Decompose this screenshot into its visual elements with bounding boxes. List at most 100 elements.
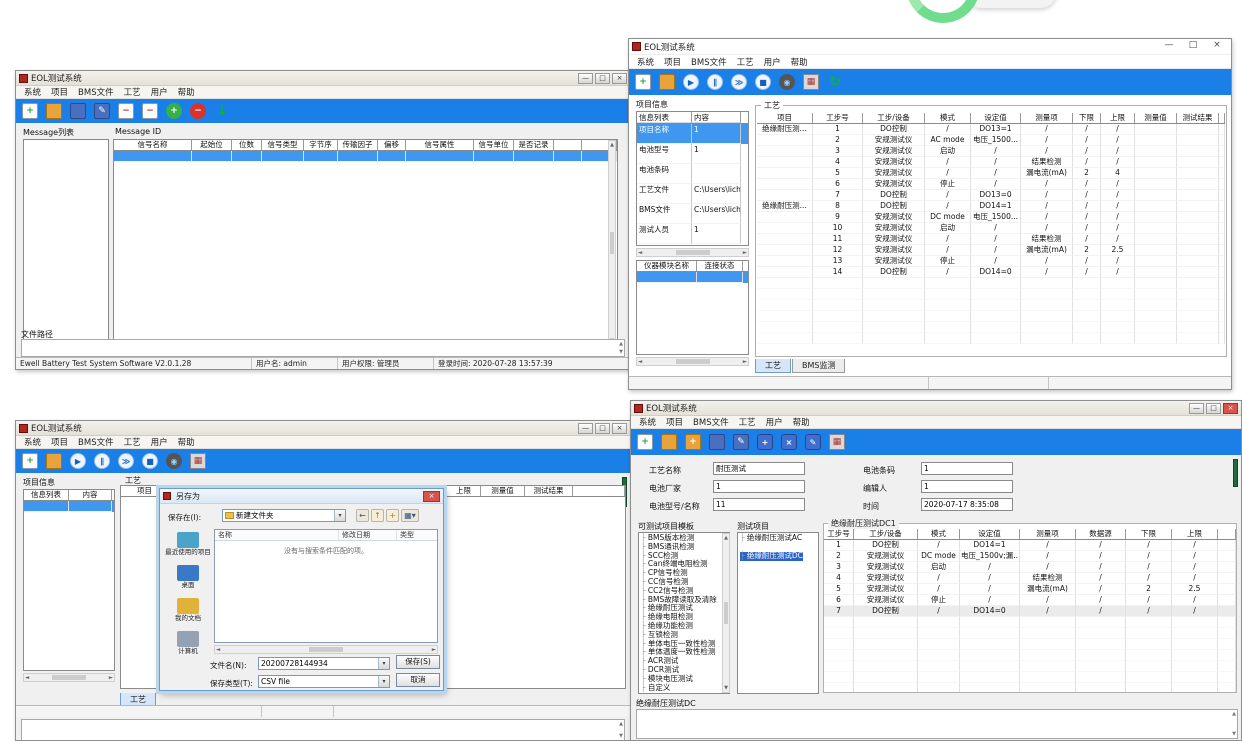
remove-icon[interactable]: − (190, 103, 206, 119)
place-desktop[interactable]: 桌面 (164, 565, 212, 589)
stop-test-icon[interactable]: ■ (755, 74, 771, 90)
menu-item[interactable]: 用户 (759, 56, 786, 68)
filetype-combobox[interactable]: CSV file ▾ (258, 675, 390, 688)
minimize-button[interactable]: — (578, 423, 593, 434)
menu-item[interactable]: BMS文件 (73, 436, 119, 448)
table-row[interactable]: 11安规测试仪//结果检测// (757, 234, 1225, 245)
scroll-up-icon[interactable]: ▲ (619, 721, 623, 727)
table-row[interactable]: 绝缘耐压测...8DO控制/DO14=1/// (757, 201, 1225, 212)
stop-test-icon[interactable]: ■ (142, 453, 158, 469)
minimize-button[interactable]: — (1189, 403, 1204, 414)
template-item[interactable]: 自定义 (641, 684, 729, 693)
edit-icon[interactable]: ✎ (733, 434, 749, 450)
vertical-scrollbar[interactable]: ▲▼ (722, 533, 730, 693)
menu-item[interactable]: 用户 (146, 86, 173, 98)
cancel-button[interactable]: 取消 (396, 673, 440, 687)
place-computer[interactable]: 计算机 (164, 631, 212, 655)
test-items-list[interactable]: 绝缘耐压测试AC 绝缘耐压测试DC (737, 532, 819, 694)
close-button[interactable]: × (1206, 41, 1228, 52)
tab-process[interactable]: 工艺 (755, 359, 791, 373)
menu-item[interactable]: 项目 (659, 56, 686, 68)
db-edit-icon[interactable]: ✎ (805, 434, 821, 450)
save-button[interactable]: 保存(S) (396, 655, 440, 669)
calculator-icon[interactable]: ▦ (803, 74, 819, 90)
test-item[interactable]: 绝缘耐压测试AC (740, 534, 818, 543)
step-forward-icon[interactable]: ≫ (731, 74, 747, 90)
table-row[interactable]: 项目名称1 (637, 124, 748, 144)
table-row[interactable]: 3安规测试仪启动///// (824, 562, 1236, 573)
minimize-button[interactable]: — (578, 73, 593, 84)
horizontal-scrollbar[interactable]: ◄► (23, 673, 115, 682)
new-file-icon[interactable]: + (22, 103, 38, 119)
menu-item[interactable]: BMS文件 (688, 416, 734, 428)
menu-item[interactable]: 项目 (46, 436, 73, 448)
file-list[interactable]: 名称 修改日期 类型 没有与搜索条件匹配的项。 (214, 529, 438, 643)
template-tree[interactable]: BMS版本检测BMS通讯检测SCC检测Can终端电阻检测CP信号检测CC信号检测… (638, 532, 730, 694)
calculator-icon[interactable]: ▦ (829, 434, 845, 450)
scrollbar-green-thumb[interactable] (1233, 459, 1238, 487)
minimize-button[interactable]: — (1158, 41, 1180, 52)
time-input[interactable]: 2020-07-17 8:35:08 (921, 498, 1013, 511)
battery-model-input[interactable]: 11 (713, 498, 805, 511)
close-button[interactable]: × (612, 423, 627, 434)
new-project-icon[interactable]: + (635, 74, 651, 90)
menu-item[interactable]: BMS文件 (686, 56, 732, 68)
column-header-name[interactable]: 名称 (215, 530, 339, 540)
table-row[interactable]: 7DO控制/DO13=0/// (757, 190, 1225, 201)
test-item[interactable]: 绝缘耐压测试DC (740, 552, 803, 561)
save-icon[interactable] (709, 434, 725, 450)
scroll-down-icon[interactable]: ▼ (1232, 731, 1236, 737)
up-folder-icon[interactable]: ↑ (371, 509, 384, 522)
disc-icon[interactable]: ◉ (779, 74, 795, 90)
menu-item[interactable]: 系统 (19, 436, 46, 448)
save-in-combobox[interactable]: 新建文件夹 ▾ (222, 509, 346, 522)
column-header-date[interactable]: 修改日期 (339, 530, 397, 540)
log-box[interactable]: ▲▼ (636, 709, 1238, 739)
menu-item[interactable]: BMS文件 (73, 86, 119, 98)
refresh-icon[interactable]: ↻ (827, 74, 843, 90)
start-test-icon[interactable]: ▶ (683, 74, 699, 90)
table-row[interactable]: 12安规测试仪//漏电流(mA)22.5 (757, 245, 1225, 256)
log-box[interactable]: ▲▼ (21, 719, 625, 741)
menu-item[interactable]: 项目 (46, 86, 73, 98)
horizontal-scrollbar[interactable]: ◄► (636, 248, 749, 257)
open-folder-icon[interactable] (46, 453, 62, 469)
pause-test-icon[interactable]: ∥ (707, 74, 723, 90)
menu-item[interactable]: 工艺 (734, 416, 761, 428)
project-info-table[interactable]: 信息列表内容 (23, 489, 115, 671)
table-row[interactable]: 电池条码 (637, 164, 748, 184)
process-name-input[interactable]: 耐压测试 (713, 462, 805, 475)
menu-item[interactable]: 工艺 (119, 436, 146, 448)
table-row[interactable]: 14DO控制/DO14=0/// (757, 267, 1225, 278)
scroll-up-icon[interactable]: ▲ (619, 341, 623, 347)
column-header-type[interactable]: 类型 (397, 530, 437, 540)
table-row[interactable]: 9安规测试仪DC mode电压_1500.../// (757, 212, 1225, 223)
menu-item[interactable]: 用户 (761, 416, 788, 428)
new-folder-icon[interactable]: + (386, 509, 399, 522)
dropdown-arrow-icon[interactable]: ▾ (378, 658, 389, 669)
battery-barcode-input[interactable]: 1 (921, 462, 1013, 475)
pill-button[interactable] (965, 0, 1057, 8)
table-row[interactable]: 5安规测试仪//漏电流(mA)24 (757, 168, 1225, 179)
place-documents[interactable]: 我的文档 (164, 598, 212, 622)
add-folder-icon[interactable]: + (685, 434, 701, 450)
open-folder-icon[interactable] (661, 434, 677, 450)
signal-table[interactable]: 信号名称起始位位数信号类型字节序传输因子偏移信号属性信号单位是否记录 (113, 139, 618, 347)
table-row[interactable]: 10安规测试仪启动//// (757, 223, 1225, 234)
disc-icon[interactable]: ◉ (166, 453, 182, 469)
menu-item[interactable]: 帮助 (173, 86, 200, 98)
dropdown-arrow-icon[interactable]: ▾ (378, 676, 389, 687)
table-row[interactable]: 工艺文件C:\Users\lichangjiang\Desktop\ (637, 184, 748, 204)
table-row[interactable]: 4安规测试仪//结果检测// (757, 157, 1225, 168)
vertical-scrollbar[interactable]: ▲▼ (608, 140, 616, 346)
steps-table[interactable]: 工步号工步/设备模式设定值测量项数据源下限上限1DO控制/DO14=1////2… (824, 529, 1236, 692)
table-row[interactable]: 6安规测试仪停止///// (824, 595, 1236, 606)
add-icon[interactable]: + (166, 103, 182, 119)
close-button[interactable]: × (1223, 403, 1238, 414)
new-file-icon[interactable]: + (637, 434, 653, 450)
open-folder-icon[interactable] (659, 74, 675, 90)
menu-item[interactable]: 系统 (632, 56, 659, 68)
step-forward-icon[interactable]: ≫ (118, 453, 134, 469)
export-message-icon[interactable]: − (118, 103, 134, 119)
download-icon[interactable]: ↓ (214, 103, 230, 119)
